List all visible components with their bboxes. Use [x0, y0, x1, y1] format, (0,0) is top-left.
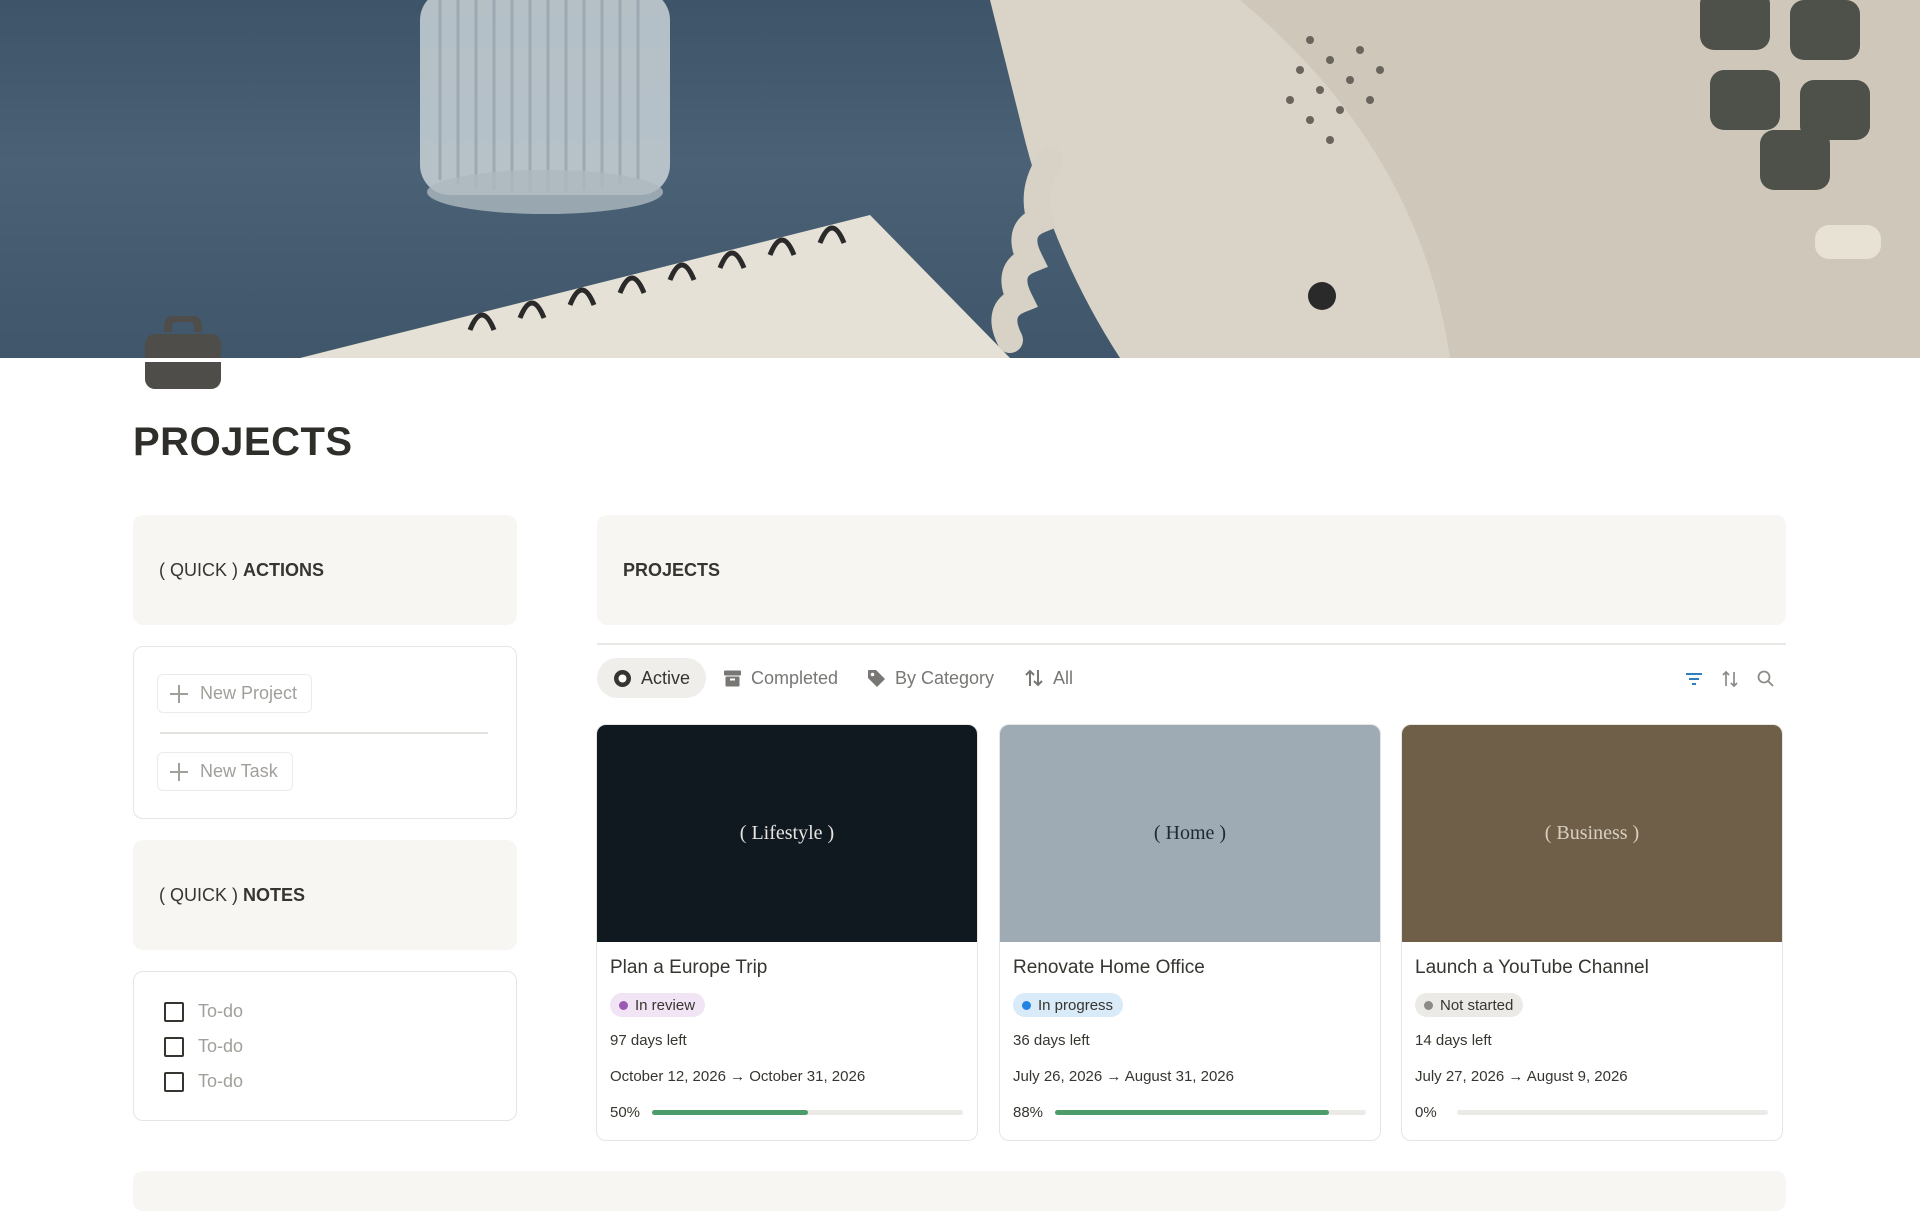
status-dot — [1022, 1000, 1031, 1010]
card-title: Launch a YouTube Channel — [1415, 957, 1649, 978]
progress-fill — [652, 1110, 808, 1115]
progress: 50% — [610, 1104, 964, 1121]
notepad-illustration — [300, 215, 1010, 358]
todo-label[interactable]: To-do — [198, 1001, 243, 1022]
quick-actions-title: ACTIONS — [243, 559, 324, 580]
tabs-divider — [597, 643, 1786, 645]
tab-all-label: All — [1053, 667, 1074, 688]
progress-track — [1055, 1110, 1366, 1115]
todo-label[interactable]: To-do — [198, 1036, 243, 1057]
tag-icon — [868, 669, 885, 687]
tab-completed[interactable]: Completed — [707, 658, 854, 698]
tab-all[interactable]: All — [1008, 658, 1089, 698]
card-cover: ( Lifestyle ) — [597, 725, 977, 942]
plus-icon — [170, 762, 188, 781]
tab-active[interactable]: Active — [597, 658, 707, 698]
progress-label: 88% — [1013, 1104, 1044, 1121]
quick-notes-title: NOTES — [243, 884, 306, 905]
archive-icon — [724, 670, 741, 686]
tab-completed-label: Completed — [751, 667, 839, 688]
project-card[interactable]: ( Business ) Launch a YouTube Channel No… — [1401, 724, 1783, 1141]
progress-label: 0% — [1415, 1104, 1437, 1121]
todo-checkbox[interactable] — [164, 1036, 184, 1057]
next-section-header — [133, 1171, 1786, 1211]
status-badge: In progress — [1013, 993, 1124, 1017]
todo-item: To-do — [164, 1036, 243, 1057]
quick-actions-prefix: ( QUICK ) — [159, 559, 238, 580]
status-dot — [619, 1000, 628, 1010]
todo-checkbox[interactable] — [164, 1001, 184, 1022]
tab-active-label: Active — [641, 667, 691, 688]
progress: 0% — [1415, 1104, 1769, 1121]
progress: 88% — [1013, 1104, 1367, 1121]
date-range: October 12, 2026 → October 31, 2026 — [610, 1068, 866, 1085]
progress-track — [652, 1110, 963, 1115]
quick-notes-header: ( QUICK ) NOTES — [133, 840, 517, 950]
card-category: ( Home ) — [1153, 822, 1227, 844]
status-label: In progress — [1038, 996, 1114, 1014]
projects-heading: PROJECTS — [623, 559, 721, 580]
new-task-label: New Task — [200, 761, 278, 781]
filter-icon[interactable] — [1683, 668, 1705, 690]
quick-actions-header: ( QUICK ) ACTIONS — [133, 515, 517, 625]
projects-header: PROJECTS — [597, 515, 1786, 625]
card-category: ( Lifestyle ) — [739, 822, 835, 844]
card-title: Plan a Europe Trip — [610, 957, 768, 978]
todo-item: To-do — [164, 1071, 243, 1092]
briefcase-icon — [144, 314, 222, 390]
divider — [160, 732, 488, 734]
date-range: July 27, 2026 → August 9, 2026 — [1415, 1068, 1628, 1085]
search-icon[interactable] — [1755, 668, 1777, 690]
plus-icon — [170, 684, 188, 703]
days-left: 14 days left — [1415, 1032, 1492, 1049]
glass-illustration — [420, 0, 670, 214]
telephone-illustration — [990, 0, 1920, 358]
circle-dot-icon — [614, 669, 631, 687]
project-card[interactable]: ( Lifestyle ) Plan a Europe Trip In revi… — [596, 724, 978, 1141]
card-category: ( Business ) — [1544, 822, 1640, 844]
quick-notes-prefix: ( QUICK ) — [159, 884, 238, 905]
card-cover: ( Home ) — [1000, 725, 1380, 942]
card-cover: ( Business ) — [1402, 725, 1782, 942]
progress-fill — [1055, 1110, 1329, 1115]
progress-label: 50% — [610, 1104, 641, 1121]
todo-checkbox[interactable] — [164, 1071, 184, 1092]
new-task-button[interactable]: New Task — [157, 752, 293, 791]
new-project-button[interactable]: New Project — [157, 674, 313, 713]
status-badge: In review — [610, 993, 706, 1017]
new-project-label: New Project — [200, 683, 298, 703]
status-dot — [1424, 1000, 1433, 1010]
tab-by-category[interactable]: By Category — [851, 658, 1010, 698]
card-title: Renovate Home Office — [1013, 957, 1205, 978]
project-card[interactable]: ( Home ) Renovate Home Office In progres… — [999, 724, 1381, 1141]
todo-item: To-do — [164, 1001, 243, 1022]
status-label: Not started — [1440, 996, 1514, 1014]
days-left: 97 days left — [610, 1032, 687, 1049]
tab-by-category-label: By Category — [895, 667, 995, 688]
status-label: In review — [635, 996, 696, 1014]
sort-icon[interactable] — [1719, 668, 1741, 690]
date-range: July 26, 2026 → August 31, 2026 — [1013, 1068, 1234, 1085]
cover-image — [0, 0, 1920, 358]
days-left: 36 days left — [1013, 1032, 1090, 1049]
page-title: PROJECTS — [133, 420, 353, 464]
sort-arrows-icon — [1025, 669, 1043, 687]
progress-track — [1457, 1110, 1768, 1115]
todo-label[interactable]: To-do — [198, 1071, 243, 1092]
status-badge: Not started — [1415, 993, 1524, 1017]
quick-notes-panel: To-do To-do To-do — [133, 971, 517, 1121]
quick-actions-panel: New Project New Task — [133, 646, 517, 819]
